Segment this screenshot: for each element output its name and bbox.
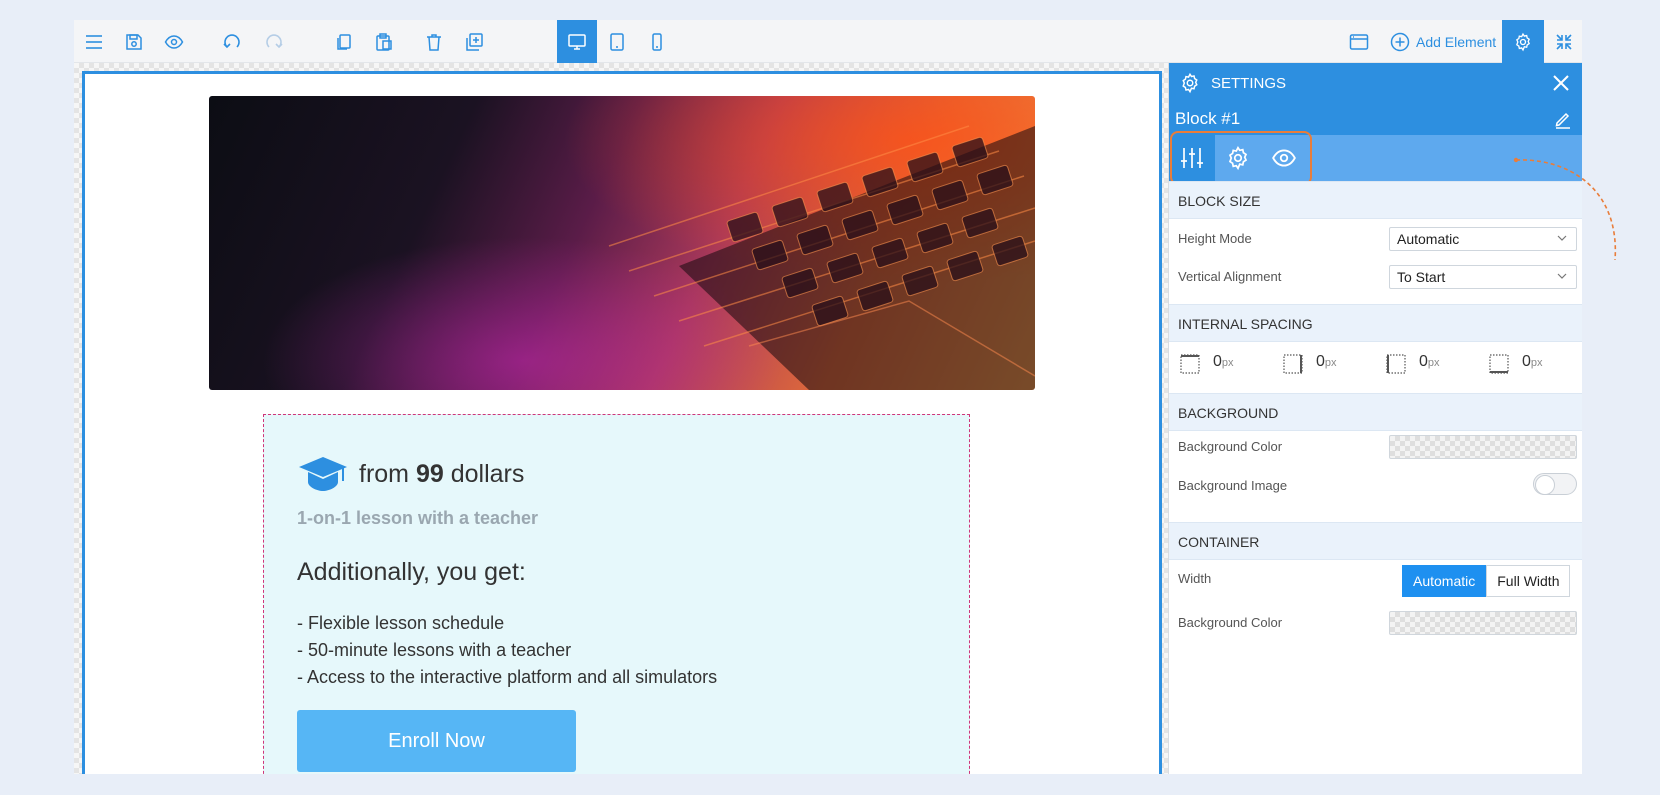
paste-icon[interactable] <box>364 20 404 63</box>
background-image-toggle[interactable] <box>1533 473 1577 495</box>
mobile-view-button[interactable] <box>637 20 677 63</box>
height-mode-label: Height Mode <box>1178 231 1252 246</box>
copy-icon[interactable] <box>324 20 364 63</box>
vertical-alignment-value: To Start <box>1397 269 1446 285</box>
undo-icon[interactable] <box>212 20 252 63</box>
spacing-left-value: 0 <box>1419 353 1428 370</box>
gear-icon <box>1182 72 1198 94</box>
collapse-icon[interactable] <box>1544 20 1582 63</box>
duplicate-icon[interactable] <box>454 20 494 63</box>
selected-block[interactable]: from 99 dollars 1-on-1 lesson with a tea… <box>82 71 1162 774</box>
width-full-option[interactable]: Full Width <box>1486 565 1571 597</box>
tabs-highlight-frame <box>1170 131 1312 185</box>
feature-item: - Flexible lesson schedule <box>297 613 505 633</box>
vertical-alignment-select[interactable]: To Start <box>1389 265 1577 289</box>
price-row: from 99 dollars <box>297 455 524 493</box>
background-image-label: Background Image <box>1178 478 1288 493</box>
spacing-top[interactable]: 0 px <box>1179 353 1234 375</box>
browser-window-icon[interactable] <box>1339 20 1379 63</box>
container-width-toggle: Automatic Full Width <box>1402 565 1571 597</box>
add-element-button[interactable]: Add Element <box>1390 20 1496 63</box>
redo-icon[interactable] <box>254 20 294 63</box>
add-element-label: Add Element <box>1416 33 1497 50</box>
mobile-icon <box>652 32 662 51</box>
delete-icon[interactable] <box>414 20 454 63</box>
padding-bottom-icon <box>1489 354 1509 374</box>
pricing-card[interactable]: from 99 dollars 1-on-1 lesson with a tea… <box>263 414 970 774</box>
section-internal-spacing: INTERNAL SPACING <box>1169 304 1582 342</box>
height-mode-value: Automatic <box>1397 231 1460 247</box>
padding-left-icon <box>1386 354 1406 374</box>
section-background: BACKGROUND <box>1169 393 1582 431</box>
feature-item: - Access to the interactive platform and… <box>297 667 718 687</box>
chevron-down-icon <box>1557 273 1567 279</box>
container-background-color-swatch[interactable] <box>1389 611 1577 635</box>
spacing-right[interactable]: 0 px <box>1282 353 1337 375</box>
lesson-subtitle: 1-on-1 lesson with a teacher <box>297 508 539 528</box>
spacing-bottom[interactable]: 0 px <box>1488 353 1543 375</box>
plus-circle-icon <box>1390 32 1410 51</box>
menu-icon[interactable] <box>74 20 114 63</box>
background-color-swatch[interactable] <box>1389 435 1577 459</box>
spacing-left[interactable]: 0 px <box>1385 353 1440 375</box>
price-prefix: from <box>359 459 416 488</box>
top-toolbar: Add Element <box>74 20 1582 63</box>
padding-right-icon <box>1283 354 1303 374</box>
tablet-icon <box>610 32 624 51</box>
feature-item: - 50-minute lessons with a teacher <box>297 640 572 660</box>
desktop-view-button[interactable] <box>557 20 597 63</box>
desktop-icon <box>568 33 586 50</box>
close-icon[interactable] <box>1549 71 1573 95</box>
spacing-top-value: 0 <box>1213 353 1222 370</box>
editor-canvas: from 99 dollars 1-on-1 lesson with a tea… <box>74 63 1168 774</box>
spacing-unit: px <box>1427 357 1440 369</box>
price-text: from 99 dollars <box>359 460 524 489</box>
container-width-label: Width <box>1178 571 1212 586</box>
vertical-alignment-label: Vertical Alignment <box>1178 269 1282 284</box>
enroll-now-button[interactable]: Enroll Now <box>297 710 576 772</box>
padding-top-icon <box>1180 354 1200 374</box>
price-amount: 99 <box>415 459 444 488</box>
pencil-icon[interactable] <box>1553 109 1573 129</box>
container-background-color-label: Background Color <box>1178 615 1283 630</box>
hero-laptop-image[interactable] <box>209 96 1035 390</box>
settings-toggle-button[interactable] <box>1502 20 1544 63</box>
save-icon[interactable] <box>114 20 154 63</box>
spacing-bottom-value: 0 <box>1522 353 1531 370</box>
background-color-label: Background Color <box>1178 439 1283 454</box>
section-container: CONTAINER <box>1169 522 1582 560</box>
additional-heading: Additionally, you get: <box>297 558 526 586</box>
gear-icon <box>1515 32 1531 51</box>
feature-list: - Flexible lesson schedule - 50-minute l… <box>297 610 717 691</box>
spacing-unit: px <box>1324 357 1337 369</box>
editor-app: Add Element from 99 dollars 1-on-1 lesso… <box>74 20 1582 774</box>
spacing-unit: px <box>1221 357 1234 369</box>
spacing-unit: px <box>1530 357 1543 369</box>
width-automatic-option[interactable]: Automatic <box>1402 565 1487 597</box>
spacing-right-value: 0 <box>1316 353 1325 370</box>
settings-title: SETTINGS <box>1211 74 1287 92</box>
annotation-arrow <box>1513 157 1617 261</box>
block-name: Block #1 <box>1175 109 1241 128</box>
price-suffix: dollars <box>443 459 525 488</box>
graduation-cap-icon <box>299 457 347 491</box>
tablet-view-button[interactable] <box>597 20 637 63</box>
settings-header: SETTINGS <box>1169 63 1582 103</box>
preview-icon[interactable] <box>154 20 194 63</box>
